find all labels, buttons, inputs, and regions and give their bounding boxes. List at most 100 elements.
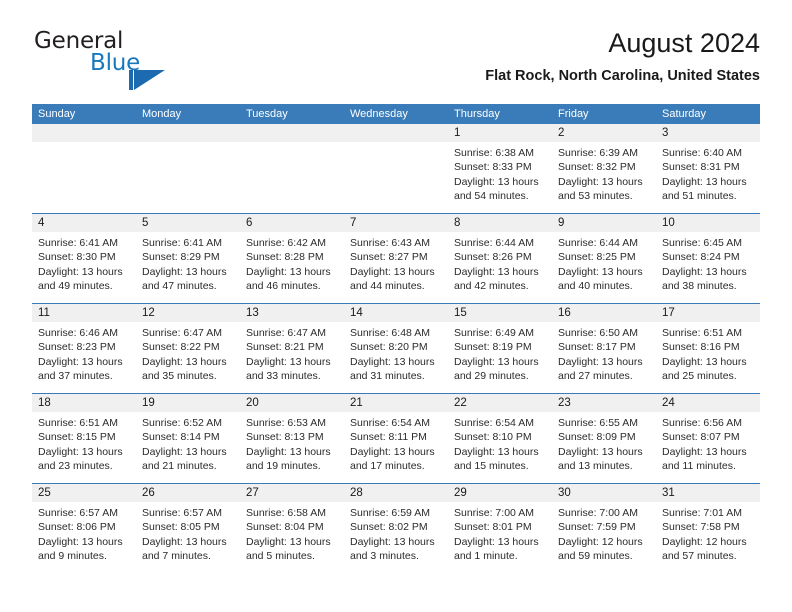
- day-cell[interactable]: Sunrise: 6:47 AM Sunset: 8:21 PM Daylight:…: [240, 322, 344, 393]
- day-cell[interactable]: Sunrise: 6:57 AM Sunset: 8:05 PM Daylight:…: [136, 502, 240, 573]
- sunset-text: Sunset: 8:32 PM: [558, 161, 636, 174]
- calendar-week-row: 1 2 3 Sunrise: 6:38 AM Sunset: 8:33 PM Daylig…: [32, 124, 760, 213]
- day-cell[interactable]: Sunrise: 6:45 AM Sunset: 8:24 PM Daylight:…: [656, 232, 760, 303]
- day-number[interactable]: 21: [344, 394, 448, 412]
- day-cell[interactable]: Sunrise: 6:53 AM Sunset: 8:13 PM Daylight:…: [240, 412, 344, 483]
- location-subtitle: Flat Rock, North Carolina, United States: [485, 68, 760, 84]
- daylight-text-line2: and 25 minutes.: [662, 370, 737, 383]
- day-cell[interactable]: Sunrise: 6:48 AM Sunset: 8:20 PM Daylight:…: [344, 322, 448, 393]
- day-number-empty: [240, 124, 344, 142]
- day-cell[interactable]: Sunrise: 6:51 AM Sunset: 8:15 PM Daylight:…: [32, 412, 136, 483]
- daylight-text-line1: Daylight: 13 hours: [454, 445, 539, 458]
- day-cell[interactable]: Sunrise: 6:42 AM Sunset: 8:28 PM Daylight:…: [240, 232, 344, 303]
- day-number[interactable]: 23: [552, 394, 656, 412]
- sunrise-text: Sunrise: 6:56 AM: [662, 417, 742, 429]
- day-number[interactable]: 22: [448, 394, 552, 412]
- sunrise-text: Sunrise: 6:54 AM: [454, 417, 534, 429]
- day-number[interactable]: 12: [136, 304, 240, 322]
- daylight-text-line2: and 23 minutes.: [38, 460, 113, 473]
- daylight-text-line1: Daylight: 12 hours: [558, 535, 643, 548]
- day-number[interactable]: 28: [344, 484, 448, 502]
- brand-logo[interactable]: General Blue: [32, 26, 262, 90]
- sunrise-text: Sunrise: 6:45 AM: [662, 237, 742, 249]
- daylight-text-line2: and 29 minutes.: [454, 370, 529, 383]
- day-number[interactable]: 19: [136, 394, 240, 412]
- day-number[interactable]: 4: [32, 214, 136, 232]
- day-number[interactable]: 2: [552, 124, 656, 142]
- day-cell[interactable]: Sunrise: 6:56 AM Sunset: 8:07 PM Daylight:…: [656, 412, 760, 483]
- day-cell[interactable]: Sunrise: 6:57 AM Sunset: 8:06 PM Daylight:…: [32, 502, 136, 573]
- day-cell[interactable]: Sunrise: 7:00 AM Sunset: 8:01 PM Daylight:…: [448, 502, 552, 573]
- day-number[interactable]: 14: [344, 304, 448, 322]
- day-number[interactable]: 8: [448, 214, 552, 232]
- day-number[interactable]: 27: [240, 484, 344, 502]
- day-number[interactable]: 9: [552, 214, 656, 232]
- day-number[interactable]: 17: [656, 304, 760, 322]
- day-cell[interactable]: Sunrise: 6:54 AM Sunset: 8:10 PM Daylight:…: [448, 412, 552, 483]
- day-cell[interactable]: Sunrise: 6:40 AM Sunset: 8:31 PM Daylight:…: [656, 142, 760, 213]
- day-number[interactable]: 29: [448, 484, 552, 502]
- sunrise-text: Sunrise: 6:51 AM: [38, 417, 118, 429]
- daylight-text-line2: and 3 minutes.: [350, 550, 419, 563]
- week-date-strip: 18 19 20 21 22 23 24: [32, 394, 760, 412]
- daylight-text-line2: and 5 minutes.: [246, 550, 315, 563]
- day-cell[interactable]: Sunrise: 6:47 AM Sunset: 8:22 PM Daylight:…: [136, 322, 240, 393]
- sunrise-text: Sunrise: 6:49 AM: [454, 327, 534, 339]
- day-number[interactable]: 20: [240, 394, 344, 412]
- daylight-text-line2: and 53 minutes.: [558, 190, 633, 203]
- sunrise-text: Sunrise: 6:41 AM: [38, 237, 118, 249]
- day-cell[interactable]: Sunrise: 6:38 AM Sunset: 8:33 PM Daylight:…: [448, 142, 552, 213]
- sunset-text: Sunset: 8:23 PM: [38, 341, 116, 354]
- day-number[interactable]: 30: [552, 484, 656, 502]
- day-cell[interactable]: Sunrise: 6:44 AM Sunset: 8:25 PM Daylight:…: [552, 232, 656, 303]
- day-cell[interactable]: Sunrise: 6:46 AM Sunset: 8:23 PM Daylight:…: [32, 322, 136, 393]
- day-cell[interactable]: Sunrise: 6:49 AM Sunset: 8:19 PM Daylight:…: [448, 322, 552, 393]
- day-number[interactable]: 6: [240, 214, 344, 232]
- day-number[interactable]: 18: [32, 394, 136, 412]
- day-cell[interactable]: Sunrise: 6:43 AM Sunset: 8:27 PM Daylight:…: [344, 232, 448, 303]
- day-cell[interactable]: Sunrise: 6:39 AM Sunset: 8:32 PM Daylight:…: [552, 142, 656, 213]
- day-number[interactable]: 24: [656, 394, 760, 412]
- daylight-text-line1: Daylight: 13 hours: [662, 175, 747, 188]
- day-cell[interactable]: Sunrise: 6:50 AM Sunset: 8:17 PM Daylight:…: [552, 322, 656, 393]
- sunrise-text: Sunrise: 7:01 AM: [662, 507, 742, 519]
- day-number[interactable]: 13: [240, 304, 344, 322]
- week-date-strip: 4 5 6 7 8 9 10: [32, 214, 760, 232]
- day-cell[interactable]: Sunrise: 6:51 AM Sunset: 8:16 PM Daylight:…: [656, 322, 760, 393]
- calendar-week-row: 11 12 13 14 15 16 17 Sunrise: 6:46 AM Sunset: 8:…: [32, 303, 760, 393]
- day-number[interactable]: 5: [136, 214, 240, 232]
- day-cell[interactable]: Sunrise: 6:41 AM Sunset: 8:29 PM Daylight:…: [136, 232, 240, 303]
- daylight-text-line2: and 46 minutes.: [246, 280, 321, 293]
- daylight-text-line1: Daylight: 13 hours: [454, 175, 539, 188]
- day-cell[interactable]: Sunrise: 6:54 AM Sunset: 8:11 PM Daylight:…: [344, 412, 448, 483]
- daylight-text-line2: and 31 minutes.: [350, 370, 425, 383]
- sunset-text: Sunset: 8:33 PM: [454, 161, 532, 174]
- day-number[interactable]: 16: [552, 304, 656, 322]
- week-date-strip: 11 12 13 14 15 16 17: [32, 304, 760, 322]
- day-cell[interactable]: Sunrise: 6:41 AM Sunset: 8:30 PM Daylight:…: [32, 232, 136, 303]
- day-cell[interactable]: Sunrise: 7:00 AM Sunset: 7:59 PM Daylight:…: [552, 502, 656, 573]
- day-number[interactable]: 11: [32, 304, 136, 322]
- day-number[interactable]: 7: [344, 214, 448, 232]
- day-number[interactable]: 31: [656, 484, 760, 502]
- day-cell[interactable]: Sunrise: 6:55 AM Sunset: 8:09 PM Daylight:…: [552, 412, 656, 483]
- day-number[interactable]: 25: [32, 484, 136, 502]
- sunrise-text: Sunrise: 6:58 AM: [246, 507, 326, 519]
- day-cell[interactable]: Sunrise: 6:58 AM Sunset: 8:04 PM Daylight:…: [240, 502, 344, 573]
- day-number[interactable]: 15: [448, 304, 552, 322]
- day-number-empty: [32, 124, 136, 142]
- sunset-text: Sunset: 8:04 PM: [246, 521, 324, 534]
- day-cell[interactable]: Sunrise: 6:44 AM Sunset: 8:26 PM Daylight:…: [448, 232, 552, 303]
- day-cell[interactable]: Sunrise: 6:59 AM Sunset: 8:02 PM Daylight:…: [344, 502, 448, 573]
- sunset-text: Sunset: 8:21 PM: [246, 341, 324, 354]
- day-cell[interactable]: Sunrise: 6:52 AM Sunset: 8:14 PM Daylight:…: [136, 412, 240, 483]
- day-number[interactable]: 10: [656, 214, 760, 232]
- day-cell[interactable]: Sunrise: 7:01 AM Sunset: 7:58 PM Daylight:…: [656, 502, 760, 573]
- day-number[interactable]: 26: [136, 484, 240, 502]
- daylight-text-line1: Daylight: 13 hours: [350, 265, 435, 278]
- day-number[interactable]: 3: [656, 124, 760, 142]
- sunset-text: Sunset: 8:15 PM: [38, 431, 116, 444]
- day-number[interactable]: 1: [448, 124, 552, 142]
- sunrise-text: Sunrise: 6:59 AM: [350, 507, 430, 519]
- weekday-header-tuesday: Tuesday: [246, 108, 288, 120]
